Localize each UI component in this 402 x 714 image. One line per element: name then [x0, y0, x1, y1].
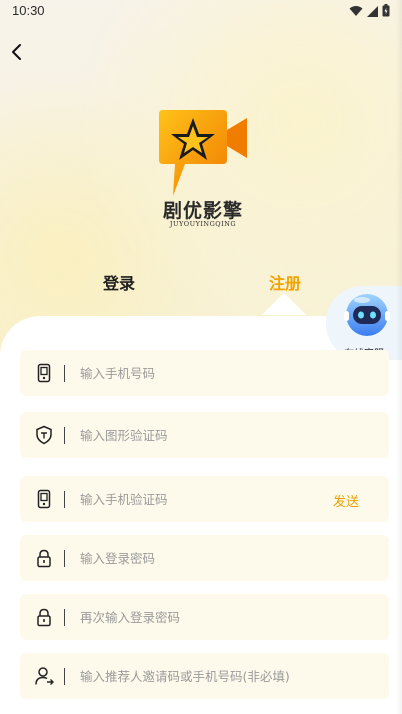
status-icons [349, 4, 390, 17]
battery-icon [382, 4, 390, 17]
tab-register[interactable]: 注册 [269, 270, 301, 294]
referrer-field [20, 653, 389, 699]
chevron-left-icon [12, 44, 21, 60]
wifi-icon [349, 5, 363, 16]
send-code-button[interactable]: 发送 [333, 491, 359, 510]
logo-mark-icon [159, 110, 247, 196]
field-divider [64, 427, 65, 444]
user-add-icon [35, 667, 54, 685]
lock-icon [37, 549, 51, 568]
field-divider [64, 668, 65, 685]
customer-service-button[interactable]: 在线客服 [326, 286, 402, 360]
field-divider [64, 365, 65, 382]
scroll-edge [396, 0, 402, 714]
phone-icon [37, 363, 51, 383]
app-logo: 剧优影擎 JUYOUYINGQING [155, 108, 251, 230]
lock-icon [37, 608, 51, 627]
active-tab-indicator [262, 293, 306, 315]
field-divider [64, 491, 65, 508]
phone-field [20, 350, 389, 396]
sms-code-input[interactable] [80, 476, 280, 522]
password-input[interactable] [80, 535, 320, 581]
logo-title: 剧优影擎 [162, 200, 243, 222]
captcha-input[interactable] [80, 412, 320, 458]
captcha-field [20, 412, 389, 458]
referrer-input[interactable] [80, 653, 370, 699]
robot-icon [344, 294, 390, 336]
signal-icon [367, 5, 378, 17]
password-confirm-input[interactable] [80, 594, 320, 640]
back-button[interactable] [6, 40, 30, 64]
phone-icon [37, 489, 51, 509]
status-time: 10:30 [12, 3, 45, 18]
logo-subtitle: JUYOUYINGQING [169, 220, 237, 228]
status-bar: 10:30 [0, 0, 402, 24]
phone-input[interactable] [80, 350, 320, 396]
tab-login[interactable]: 登录 [103, 270, 135, 294]
shield-icon [36, 425, 52, 445]
sms-code-field: 发送 [20, 476, 389, 522]
password-field [20, 535, 389, 581]
field-divider [64, 550, 65, 567]
field-divider [64, 609, 65, 626]
password-confirm-field [20, 594, 389, 640]
